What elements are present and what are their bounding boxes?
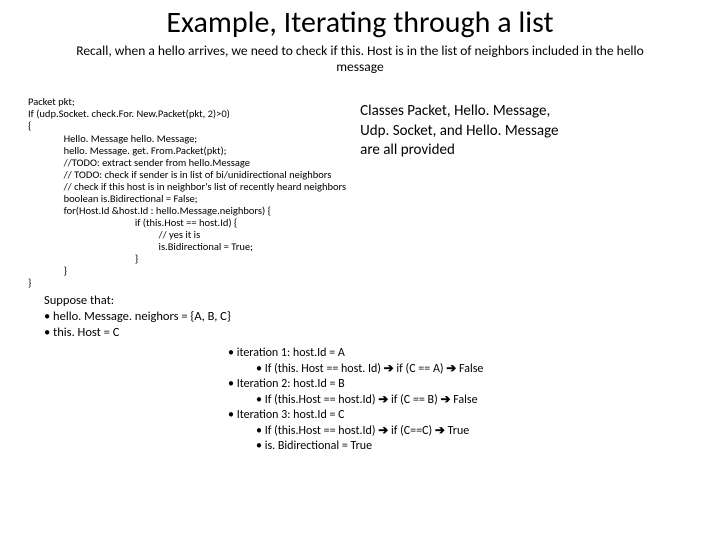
suppose-head: Suppose that: [44, 293, 692, 309]
iter-text: if (C == A) [396, 362, 446, 376]
side-note: Classes Packet, Hello. Message, Udp. Soc… [346, 84, 570, 161]
page-title: Example, Iterating through a list [28, 6, 692, 41]
iter-line: • If (this.Host == host.Id) ➔ if (C==C) … [256, 423, 692, 439]
code-line: } [28, 264, 67, 277]
suppose-block: Suppose that: • hello. Message. neighors… [44, 293, 692, 340]
iter-text: • If (this.Host == host.Id) [256, 393, 376, 407]
code-line: is.Bidirectional = True; [28, 240, 253, 253]
iter-line: • Iteration 3: host.Id = C [228, 408, 692, 423]
side-line: Classes Packet, Hello. Message, [360, 102, 570, 122]
iter-text: True [448, 424, 470, 438]
suppose-bullet: • this. Host = C [44, 325, 692, 341]
iter-line: • iteration 1: host.Id = A [228, 346, 692, 361]
iter-text: if (C == B) [391, 393, 440, 407]
iter-line: • is. Bidirectional = True [256, 439, 692, 454]
iter-line: • If (this. Host == host. Id) ➔ if (C ==… [256, 361, 692, 377]
code-block: Packet pkt; If (udp.Socket. check.For. N… [28, 84, 346, 289]
arrow-icon: ➔ [384, 361, 394, 375]
iter-text: False [459, 362, 483, 376]
side-line: are all provided [360, 141, 570, 161]
iter-line: • Iteration 2: host.Id = B [228, 377, 692, 392]
arrow-icon: ➔ [378, 392, 388, 406]
arrow-icon: ➔ [440, 392, 450, 406]
code-line: { [28, 119, 31, 132]
code-line: } [28, 276, 31, 289]
code-line: // yes it is [28, 228, 200, 241]
iter-text: if (C==C) [391, 424, 435, 438]
arrow-icon: ➔ [378, 423, 388, 437]
iter-text: • If (this.Host == host.Id) [256, 424, 376, 438]
code-line: for(Host.Id &host.Id : hello.Message.nei… [28, 204, 271, 217]
code-line: boolean is.Bidirectional = False; [28, 192, 198, 205]
iter-text: • If (this. Host == host. Id) [256, 362, 381, 376]
code-line: Packet pkt; [28, 95, 75, 108]
subtitle: Recall, when a hello arrives, we need to… [68, 43, 652, 77]
code-line: hello. Message. get. From.Packet(pkt); [28, 144, 226, 157]
suppose-bullet: • hello. Message. neighors = {A, B, C} [44, 309, 692, 325]
iteration-block: • iteration 1: host.Id = A • If (this. H… [228, 346, 692, 454]
code-line: // check if this host is in neighbor's l… [28, 180, 346, 193]
side-line: Udp. Socket, and Hello. Message [360, 122, 570, 142]
code-line: // TODO: check if sender is in list of b… [28, 168, 331, 181]
code-line: Hello. Message hello. Message; [28, 132, 197, 145]
iter-text: False [453, 393, 477, 407]
code-line: } [28, 252, 138, 265]
code-and-side-row: Packet pkt; If (udp.Socket. check.For. N… [28, 84, 692, 289]
code-line: If (udp.Socket. check.For. New.Packet(pk… [28, 107, 230, 120]
arrow-icon: ➔ [435, 423, 445, 437]
code-line: //TODO: extract sender from hello.Messag… [28, 156, 250, 169]
arrow-icon: ➔ [446, 361, 456, 375]
code-line: if (this.Host == host.Id) { [28, 216, 237, 229]
iter-line: • If (this.Host == host.Id) ➔ if (C == B… [256, 392, 692, 408]
